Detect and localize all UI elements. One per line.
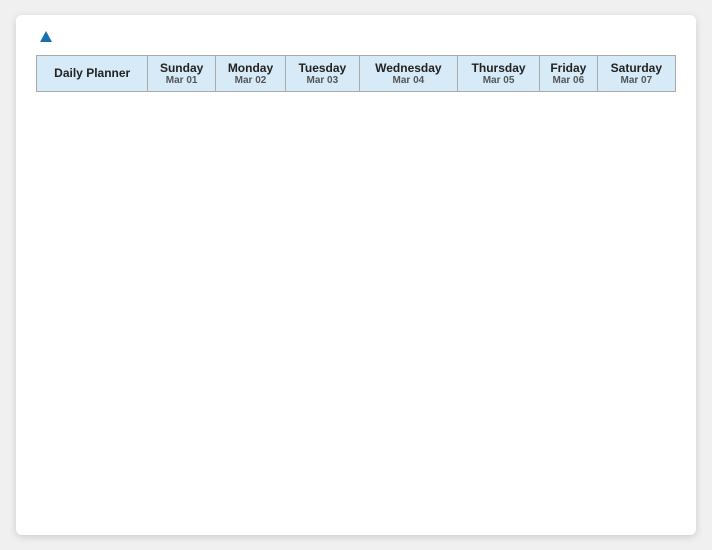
col-day-sunday: Sunday (151, 61, 212, 75)
header-col-friday: FridayMar 06 (539, 56, 597, 92)
col-date-saturday: Mar 07 (601, 75, 672, 86)
header-col-sunday: SundayMar 01 (148, 56, 216, 92)
header-col-thursday: ThursdayMar 05 (458, 56, 540, 92)
header-col-monday: MondayMar 02 (215, 56, 285, 92)
header-row: Daily PlannerSundayMar 01MondayMar 02Tue… (37, 56, 676, 92)
logo (36, 31, 52, 43)
logo-triangle-icon (40, 31, 52, 42)
col-date-sunday: Mar 01 (151, 75, 212, 86)
col-date-tuesday: Mar 03 (289, 75, 356, 86)
col-date-thursday: Mar 05 (461, 75, 536, 86)
col-day-monday: Monday (219, 61, 282, 75)
col-day-saturday: Saturday (601, 61, 672, 75)
col-day-planner: Daily Planner (40, 66, 144, 82)
col-date-friday: Mar 06 (543, 75, 594, 86)
planner-table: Daily PlannerSundayMar 01MondayMar 02Tue… (36, 55, 676, 519)
planner-page: Daily PlannerSundayMar 01MondayMar 02Tue… (16, 15, 696, 535)
planner-body (37, 92, 676, 519)
col-day-wednesday: Wednesday (363, 61, 455, 75)
col-day-thursday: Thursday (461, 61, 536, 75)
header-col-wednesday: WednesdayMar 04 (359, 56, 458, 92)
col-day-tuesday: Tuesday (289, 61, 356, 75)
header-col-saturday: SaturdayMar 07 (597, 56, 675, 92)
logo-area (36, 31, 52, 43)
col-date-wednesday: Mar 04 (363, 75, 455, 86)
page-header (36, 31, 676, 43)
header-col-planner: Daily Planner (37, 56, 148, 92)
col-date-monday: Mar 02 (219, 75, 282, 86)
col-day-friday: Friday (543, 61, 594, 75)
header-col-tuesday: TuesdayMar 03 (286, 56, 360, 92)
